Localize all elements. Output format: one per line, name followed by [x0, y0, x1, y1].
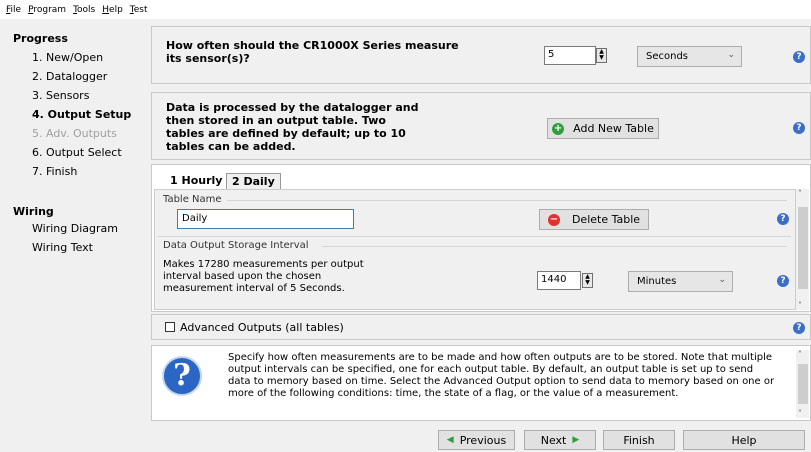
scrollbar-thumb[interactable]	[798, 207, 808, 289]
tab-hourly[interactable]: 1 Hourly	[165, 173, 227, 190]
info-text: Specify how often measurements are to be…	[228, 352, 775, 399]
measure-unit-value: Seconds	[646, 51, 689, 62]
add-new-table-label: Add New Table	[573, 122, 654, 135]
minus-icon: −	[547, 213, 560, 226]
arrow-left-icon: ◀	[446, 435, 454, 445]
output-interval-input[interactable]: 1440	[537, 271, 581, 290]
output-interval-unit-select[interactable]: Minutes ⌄	[628, 271, 733, 292]
tab-content-scrollbar[interactable]: ˄ ˅	[796, 189, 809, 310]
nav-step-finish[interactable]: 7. Finish	[32, 165, 77, 178]
measure-interval-panel: How often should the CR1000X Series meas…	[151, 26, 811, 84]
output-interval-unit-value: Minutes	[637, 276, 677, 287]
measure-interval-spinner[interactable]: ▲ ▼	[596, 48, 607, 63]
nav-step-output-select[interactable]: 6. Output Select	[32, 146, 122, 159]
question-mark-icon: ?	[162, 356, 202, 396]
wiring-diagram-link[interactable]: Wiring Diagram	[32, 222, 118, 235]
plus-icon: +	[552, 122, 565, 135]
menu-tools[interactable]: Tools	[73, 5, 95, 15]
tab-hourly-label: 1 Hourly	[170, 174, 223, 187]
daily-tab-content: Table Name Daily − Delete Table ? Data O…	[154, 189, 796, 310]
nav-step-new-open[interactable]: 1. New/Open	[32, 51, 103, 64]
tables-info-text: Data is processed by the datalogger and …	[166, 101, 419, 153]
info-panel: ? Specify how often measurements are to …	[151, 345, 811, 421]
table-name-label: Table Name	[163, 194, 222, 205]
finish-button[interactable]: Finish	[603, 430, 675, 450]
tab-daily[interactable]: 2 Daily	[226, 173, 281, 190]
nav-step-sensors[interactable]: 3. Sensors	[32, 89, 89, 102]
nav-step-adv-outputs: 5. Adv. Outputs	[32, 127, 117, 140]
advanced-outputs-label[interactable]: Advanced Outputs (all tables)	[180, 321, 344, 334]
measure-interval-input[interactable]: 5	[544, 46, 596, 65]
previous-button[interactable]: ◀ Previous	[438, 430, 515, 450]
measure-unit-select[interactable]: Seconds ⌄	[637, 46, 742, 67]
scrollbar-thumb[interactable]	[798, 364, 808, 404]
help-icon[interactable]: ?	[793, 322, 805, 334]
divider	[227, 200, 787, 201]
scroll-up-arrow-icon[interactable]: ˄	[798, 350, 802, 359]
wiring-text-link[interactable]: Wiring Text	[32, 241, 93, 254]
scroll-down-arrow-icon[interactable]: ˅	[798, 409, 802, 418]
help-icon[interactable]: ?	[777, 213, 789, 225]
menu-test[interactable]: Test	[130, 5, 148, 15]
previous-label: Previous	[459, 433, 507, 447]
interval-group-label: Data Output Storage Interval	[163, 240, 309, 251]
help-label: Help	[731, 433, 757, 447]
menu-bar: File Program Tools Help Test	[0, 0, 811, 19]
help-icon[interactable]: ?	[793, 122, 805, 134]
output-tables-area: 1 Hourly 2 Daily Table Name Daily − Dele…	[151, 164, 811, 312]
table-name-input[interactable]: Daily	[177, 209, 354, 229]
progress-sidebar: Progress 1. New/Open 2. Datalogger 3. Se…	[0, 19, 140, 452]
tab-daily-label: 2 Daily	[232, 175, 275, 188]
chevron-down-icon: ⌄	[727, 50, 735, 60]
help-icon[interactable]: ?	[777, 275, 789, 287]
delete-table-button[interactable]: − Delete Table	[539, 209, 649, 230]
arrow-right-icon: ▶	[572, 435, 580, 445]
menu-file[interactable]: File	[6, 5, 21, 15]
nav-step-datalogger[interactable]: 2. Datalogger	[32, 70, 107, 83]
divider	[322, 246, 787, 247]
help-button[interactable]: Help	[683, 430, 805, 450]
nav-step-output-setup[interactable]: 4. Output Setup	[32, 108, 131, 121]
chevron-down-icon: ⌄	[718, 275, 726, 285]
measure-question: How often should the CR1000X Series meas…	[166, 39, 459, 65]
interval-description: Makes 17280 measurements per output inte…	[163, 259, 364, 294]
menu-program[interactable]: Program	[28, 5, 66, 15]
progress-header: Progress	[13, 32, 68, 45]
add-new-table-button[interactable]: + Add New Table	[547, 118, 659, 139]
advanced-outputs-panel: Advanced Outputs (all tables) ?	[151, 314, 811, 340]
info-scrollbar[interactable]: ˄ ˅	[796, 350, 809, 418]
delete-table-label: Delete Table	[571, 213, 641, 226]
advanced-outputs-checkbox[interactable]	[165, 322, 175, 332]
scroll-up-arrow-icon[interactable]: ˄	[798, 189, 802, 198]
finish-label: Finish	[623, 433, 655, 447]
divider	[157, 236, 791, 237]
output-interval-spinner[interactable]: ▲ ▼	[582, 273, 593, 288]
wiring-header: Wiring	[13, 205, 54, 218]
next-label: Next	[540, 433, 567, 447]
menu-help[interactable]: Help	[102, 5, 123, 15]
help-icon[interactable]: ?	[793, 51, 805, 63]
next-button[interactable]: Next ▶	[524, 430, 596, 450]
tables-info-panel: Data is processed by the datalogger and …	[151, 92, 811, 160]
scroll-down-arrow-icon[interactable]: ˅	[798, 301, 802, 310]
